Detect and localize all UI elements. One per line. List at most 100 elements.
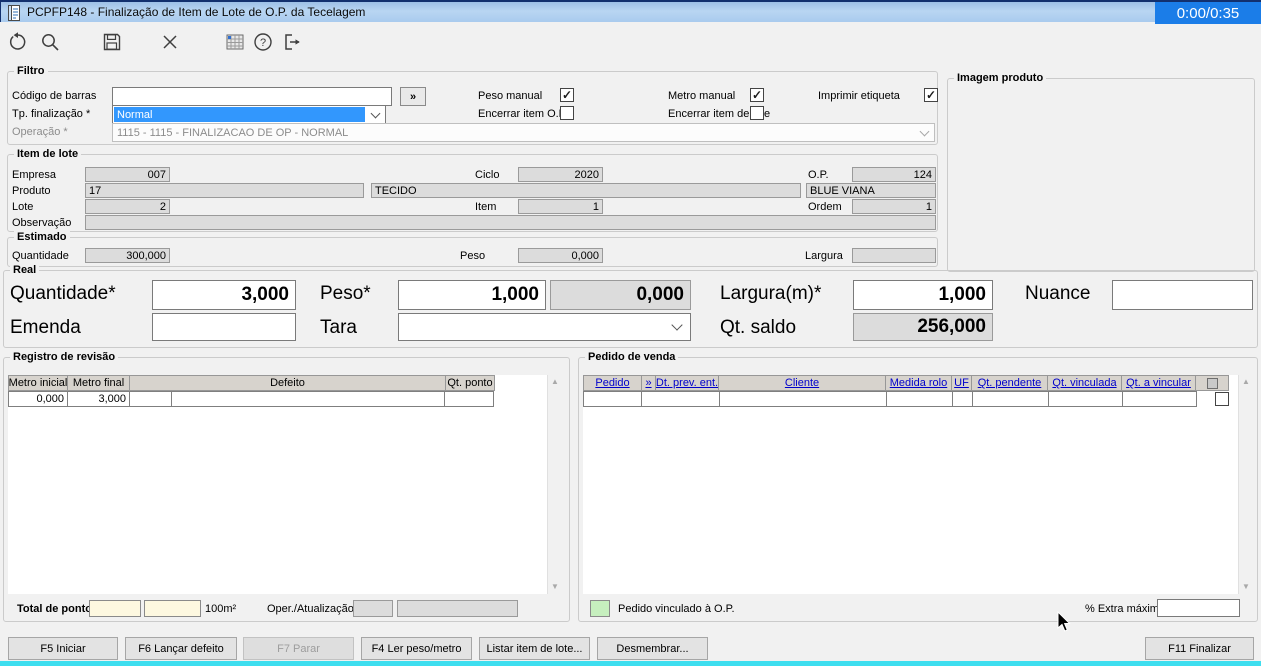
op-label: O.P. [808, 169, 829, 181]
revisao-scrollbar[interactable]: ▲ ▼ [547, 375, 562, 594]
operacao-select: 1115 - 1115 - FINALIZACAO DE OP - NORMAL [112, 123, 935, 142]
pedido-col-uf[interactable]: UF [951, 375, 972, 391]
scroll-down-icon[interactable]: ▼ [1239, 580, 1253, 594]
metro-manual-label: Metro manual [668, 90, 736, 102]
pedido-cell-uf [952, 391, 973, 407]
unidade-100m2-label: 100m² [205, 603, 237, 615]
pedido-col-cliente[interactable]: Cliente [718, 375, 886, 391]
pedido-col-medida-rolo[interactable]: Medida rolo [885, 375, 952, 391]
exit-icon[interactable] [280, 30, 304, 54]
op-field: 124 [852, 167, 936, 182]
tara-select[interactable] [398, 313, 691, 341]
chevron-down-icon [370, 108, 381, 118]
window-title: PCPFP148 - Finalização de Item de Lote d… [27, 5, 366, 19]
qt-saldo-field: 256,000 [853, 313, 993, 341]
listar-item-de-lote-button[interactable]: Listar item de lote... [479, 637, 590, 660]
observacao-label: Observação [12, 217, 72, 229]
real-peso-label: Peso* [320, 283, 371, 304]
lote-field: 2 [85, 199, 170, 214]
f5-iniciar-button[interactable]: F5 Iniciar [8, 637, 118, 660]
produto-codigo-field: 17 [85, 183, 364, 198]
pedido-table-body [583, 375, 1238, 594]
f4-ler-peso-metro-button[interactable]: F4 Ler peso/metro [361, 637, 472, 660]
grid-icon[interactable] [223, 30, 247, 54]
close-icon[interactable] [158, 30, 182, 54]
pedido-col-more[interactable]: » [641, 375, 656, 391]
desmembrar-button[interactable]: Desmembrar... [597, 637, 708, 660]
pedido-table-header: Pedido » Dt. prev. ent. Cliente Medida r… [583, 375, 1229, 391]
imprimir-etiqueta-checkbox[interactable] [924, 88, 938, 102]
f11-finalizar-button[interactable]: F11 Finalizar [1145, 637, 1254, 660]
tp-finalizacao-select[interactable]: Normal [112, 105, 386, 124]
oper-atualizacao-field-1 [353, 600, 393, 617]
item-field: 1 [518, 199, 603, 214]
chevron-down-icon [671, 319, 683, 331]
real-largura-input[interactable]: 1,000 [853, 280, 993, 310]
real-peso-input[interactable]: 1,000 [398, 280, 546, 310]
tp-finalizacao-label: Tp. finalização * [12, 108, 91, 120]
total-de-ponto-field-1 [89, 600, 141, 617]
pedido-col-select-all[interactable] [1195, 375, 1229, 391]
produto-descricao-field: TECIDO [371, 183, 801, 198]
real-largura-label: Largura(m)* [720, 283, 822, 304]
scroll-up-icon[interactable]: ▲ [1239, 375, 1253, 389]
empresa-label: Empresa [12, 169, 57, 181]
estimado-peso-field: 0,000 [518, 248, 603, 263]
estimado-largura-label: Largura [805, 250, 843, 262]
produto-complemento-field: BLUE VIANA [806, 183, 936, 198]
tara-label: Tara [320, 317, 357, 338]
estimado-group-title: Estimado [14, 231, 70, 243]
real-group-title: Real [10, 264, 40, 276]
encerrar-item-op-checkbox[interactable] [560, 106, 574, 120]
encerrar-item-lote-checkbox[interactable] [750, 106, 764, 120]
encerrar-item-op-label: Encerrar item O.P. [478, 108, 568, 120]
emenda-input[interactable] [152, 313, 296, 341]
revisao-cell-defeito-codigo[interactable] [129, 391, 172, 407]
pedido-col-dt-prev-ent[interactable]: Dt. prev. ent. [655, 375, 719, 391]
metro-manual-checkbox[interactable] [750, 88, 764, 102]
pedido-col-qt-vinculada[interactable]: Qt. vinculada [1047, 375, 1122, 391]
revisao-cell-metro-inicial[interactable]: 0,000 [8, 391, 68, 407]
app-icon [6, 5, 22, 21]
save-icon[interactable] [100, 30, 124, 54]
peso-manual-checkbox[interactable] [560, 88, 574, 102]
pedido-col-qt-pendente[interactable]: Qt. pendente [971, 375, 1048, 391]
codigo-de-barras-input[interactable] [112, 87, 392, 106]
pedido-scrollbar[interactable]: ▲ ▼ [1238, 375, 1253, 594]
scroll-down-icon[interactable]: ▼ [548, 580, 562, 594]
f6-lancar-defeito-button[interactable]: F6 Lançar defeito [125, 637, 237, 660]
title-bar[interactable]: PCPFP148 - Finalização de Item de Lote d… [0, 0, 1261, 24]
real-quantidade-input[interactable]: 3,000 [152, 280, 296, 310]
ordem-label: Ordem [808, 201, 842, 213]
estimado-peso-label: Peso [460, 250, 486, 262]
pedido-col-pedido[interactable]: Pedido [583, 375, 642, 391]
filtro-group-title: Filtro [14, 65, 48, 77]
produto-label: Produto [12, 185, 51, 197]
help-icon[interactable]: ? [251, 30, 275, 54]
pedido-col-qt-a-vincular[interactable]: Qt. a vincular [1121, 375, 1196, 391]
revisao-table-header: Metro inicial Metro final Defeito Qt. po… [8, 375, 495, 391]
barcode-more-button[interactable]: » [400, 87, 426, 106]
revisao-col-metro-inicial: Metro inicial [8, 375, 68, 391]
pedido-vinculado-label: Pedido vinculado à O.P. [618, 603, 735, 615]
ordem-field: 1 [852, 199, 936, 214]
revisao-cell-metro-final[interactable]: 3,000 [67, 391, 130, 407]
pedido-row-checkbox[interactable] [1215, 392, 1229, 406]
extra-maximo-input[interactable] [1157, 599, 1240, 617]
scroll-up-icon[interactable]: ▲ [548, 375, 562, 389]
nuance-input[interactable] [1112, 280, 1253, 310]
oper-atualizacao-label: Oper./Atualização [267, 603, 354, 615]
f7-parar-button: F7 Parar [243, 637, 354, 660]
ciclo-label: Ciclo [475, 169, 500, 181]
peso-manual-label: Peso manual [478, 90, 543, 102]
revisao-cell-defeito-descricao[interactable] [171, 391, 445, 407]
pedido-table-row [583, 391, 1197, 407]
codigo-de-barras-label: Código de barras [12, 90, 97, 102]
search-icon[interactable] [38, 30, 62, 54]
imagem-produto-group [947, 78, 1255, 272]
real-peso-calculado-field: 0,000 [550, 280, 691, 310]
observacao-field [85, 215, 936, 230]
revisao-col-metro-final: Metro final [67, 375, 130, 391]
revisao-cell-qt-ponto[interactable] [444, 391, 494, 407]
refresh-icon[interactable] [6, 30, 30, 54]
